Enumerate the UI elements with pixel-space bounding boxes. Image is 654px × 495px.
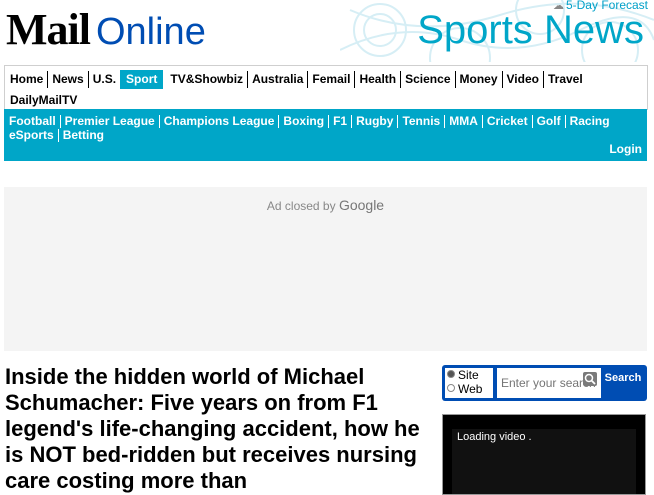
radio-site[interactable]: Site [445, 368, 493, 382]
nav-item-travel[interactable]: Travel [544, 71, 587, 88]
search-button[interactable]: Search [602, 368, 644, 390]
nav-item-health[interactable]: Health [355, 71, 402, 88]
logo-mail: Mail [6, 5, 91, 54]
search-icon[interactable] [583, 372, 597, 386]
sport-sub-nav: Football Premier League Champions League Bo… [4, 109, 647, 161]
video-screen[interactable]: Loading video . [452, 429, 636, 494]
subnav-item-premier-league[interactable]: Premier League [61, 115, 160, 128]
nav-item-sport[interactable]: Sport [120, 70, 164, 89]
ad-closed-text: Ad closed by [266, 199, 336, 213]
subnav-item-champions-league[interactable]: Champions League [160, 115, 280, 128]
logo-online: Online [95, 11, 206, 53]
subnav-item-cricket[interactable]: Cricket [483, 115, 533, 128]
nav-item-us[interactable]: U.S. [89, 71, 120, 88]
section-title: Sports News [417, 8, 644, 52]
subnav-item-f1[interactable]: F1 [329, 115, 353, 128]
ad-slot: Ad closed by Google [4, 187, 647, 351]
nav-item-home[interactable]: Home [9, 71, 49, 88]
mailonline-logo[interactable]: Mail Online [6, 4, 206, 55]
subnav-item-racing[interactable]: Racing [566, 115, 614, 128]
subnav-item-betting[interactable]: Betting [59, 129, 108, 142]
google-brand: Google [338, 197, 385, 213]
search-box: Site Web Search [442, 365, 647, 401]
nav-item-science[interactable]: Science [401, 71, 456, 88]
nav-item-femail[interactable]: Femail [308, 71, 356, 88]
subnav-item-esports[interactable]: eSports [8, 129, 59, 142]
masthead: Mail Online ☁ 5-Day Forecast Sports News [0, 0, 654, 62]
search-scope: Site Web [445, 368, 493, 398]
ad-closed-notice: Ad closed by Google [4, 197, 647, 213]
nav-item-australia[interactable]: Australia [248, 71, 309, 88]
radio-web[interactable]: Web [445, 382, 493, 396]
radio-selected-icon [447, 370, 455, 378]
subnav-item-golf[interactable]: Golf [533, 115, 566, 128]
sub-nav-row-1: Football Premier League Champions League Bo… [8, 114, 614, 128]
video-player[interactable]: Loading video . [442, 414, 646, 495]
nav-item-money[interactable]: Money [456, 71, 503, 88]
nav-item-video[interactable]: Video [503, 71, 544, 88]
radio-web-label: Web [458, 382, 483, 396]
main-nav-row-2: DailyMailTV [9, 92, 81, 109]
sub-nav-row-2: eSports Betting [8, 128, 108, 142]
main-nav: Home News U.S. Sport TV&Showbiz Australia Fema… [4, 65, 648, 110]
subnav-item-mma[interactable]: MMA [445, 115, 483, 128]
nav-item-news[interactable]: News [48, 71, 89, 88]
subnav-item-boxing[interactable]: Boxing [279, 115, 330, 128]
subnav-item-football[interactable]: Football [8, 115, 61, 128]
nav-item-dailymailtv[interactable]: DailyMailTV [9, 92, 81, 109]
video-loading-text: Loading video . [457, 431, 532, 443]
radio-site-label: Site [458, 368, 479, 382]
article-headline[interactable]: Inside the hidden world of Michael Schum… [5, 364, 425, 494]
subnav-item-rugby[interactable]: Rugby [352, 115, 399, 128]
subnav-item-tennis[interactable]: Tennis [398, 115, 446, 128]
main-nav-row-1: Home News U.S. Sport TV&Showbiz Australia Fema… [9, 70, 587, 89]
login-link[interactable]: Login [609, 142, 642, 156]
radio-unselected-icon [447, 384, 455, 392]
nav-item-tvshowbiz[interactable]: TV&Showbiz [166, 71, 249, 88]
